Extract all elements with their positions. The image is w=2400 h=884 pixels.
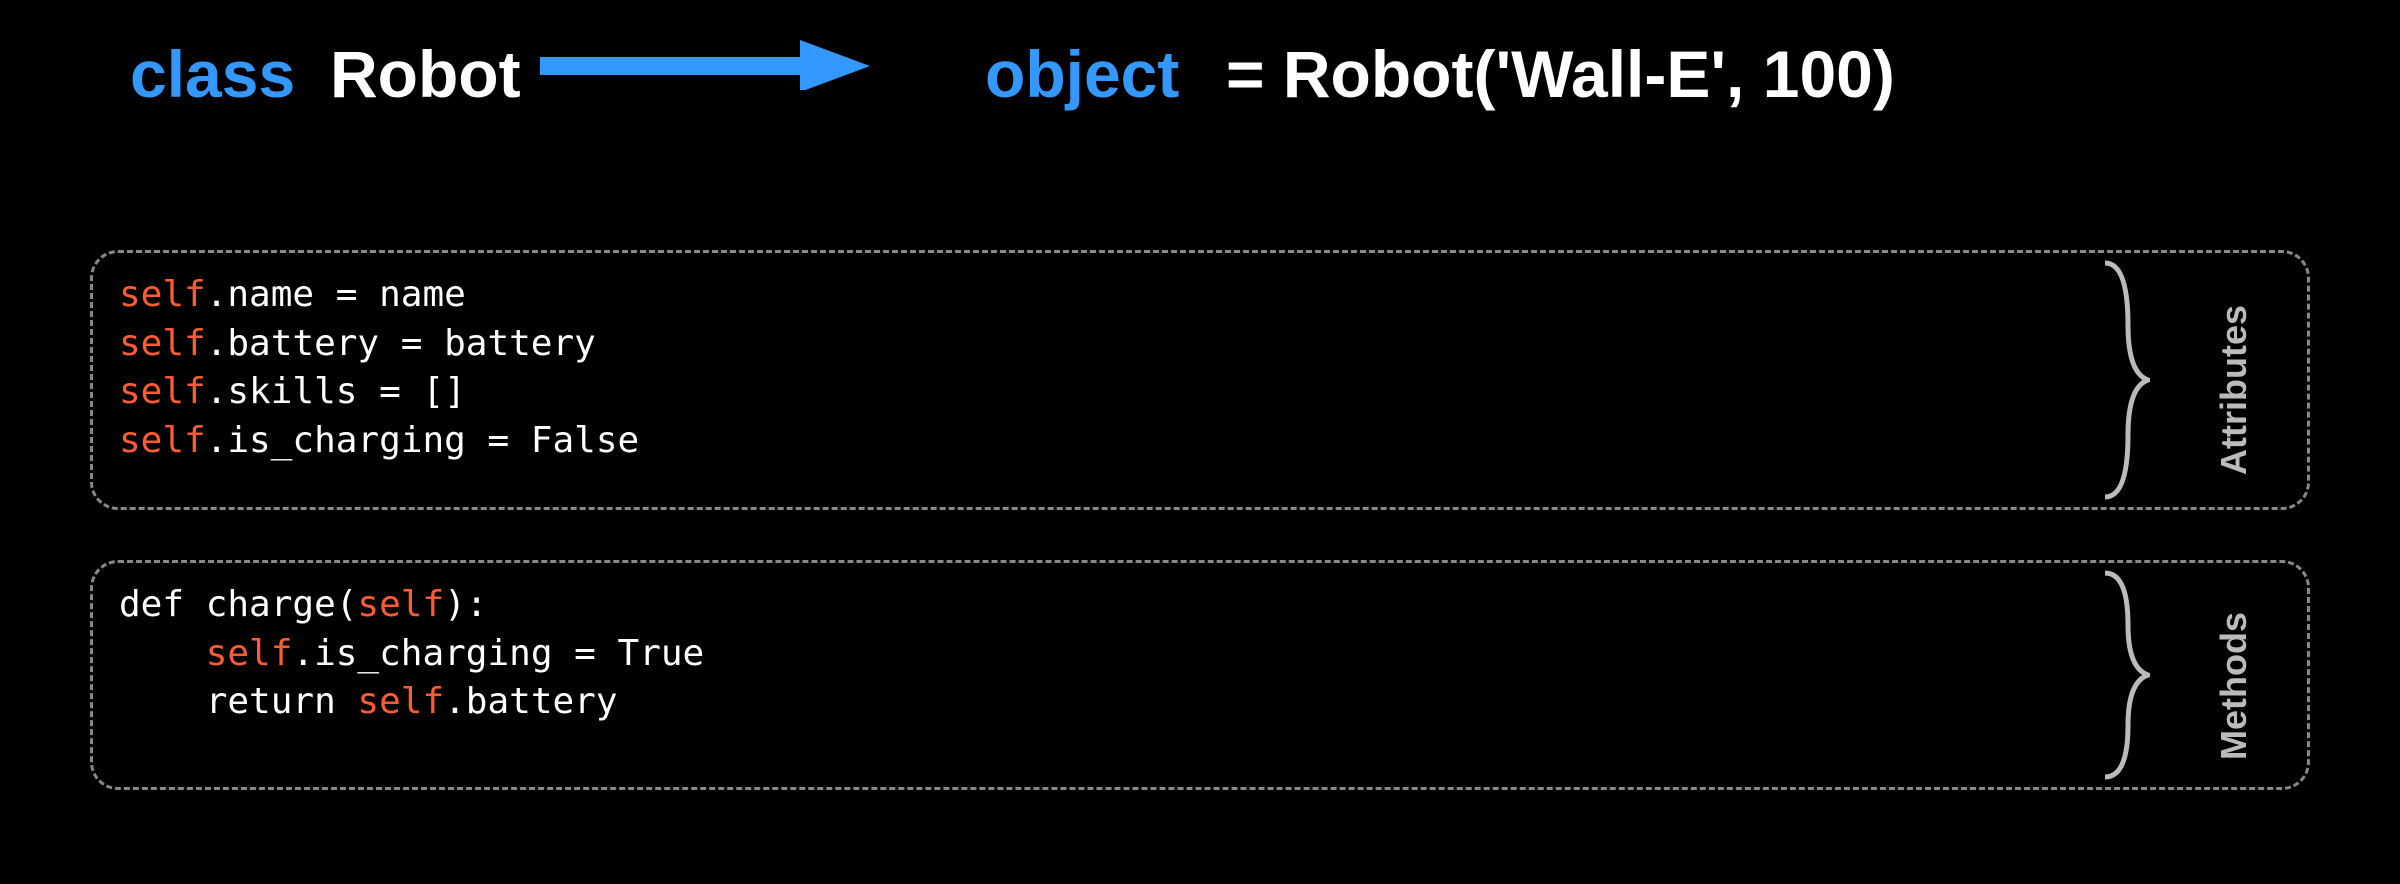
- attributes-label: Attributes: [2210, 305, 2259, 475]
- self-keyword: self: [119, 420, 206, 461]
- arrow-right-icon: [540, 40, 870, 90]
- self-keyword: self: [119, 323, 206, 364]
- heading-object-instantiation: = Robot('Wall-E', 100): [1226, 30, 1895, 119]
- figure-stage: class Robot object = Robot('Wall-E', 100…: [0, 0, 2400, 884]
- methods-label: Methods: [2210, 612, 2259, 760]
- methods-code: def charge(self): self.is_charging = Tru…: [119, 581, 2281, 727]
- heading-class-keyword: class: [130, 30, 295, 119]
- self-keyword: self: [206, 633, 293, 674]
- heading-object-keyword: object: [985, 30, 1179, 119]
- self-keyword: self: [119, 274, 206, 315]
- self-keyword: self: [357, 584, 444, 625]
- methods-box: def charge(self): self.is_charging = Tru…: [90, 560, 2310, 790]
- attributes-code: self.name = name self.battery = battery …: [119, 271, 2281, 465]
- self-keyword: self: [357, 681, 444, 722]
- heading-class-name: Robot: [330, 30, 521, 119]
- self-keyword: self: [119, 371, 206, 412]
- attributes-box: self.name = name self.battery = battery …: [90, 250, 2310, 510]
